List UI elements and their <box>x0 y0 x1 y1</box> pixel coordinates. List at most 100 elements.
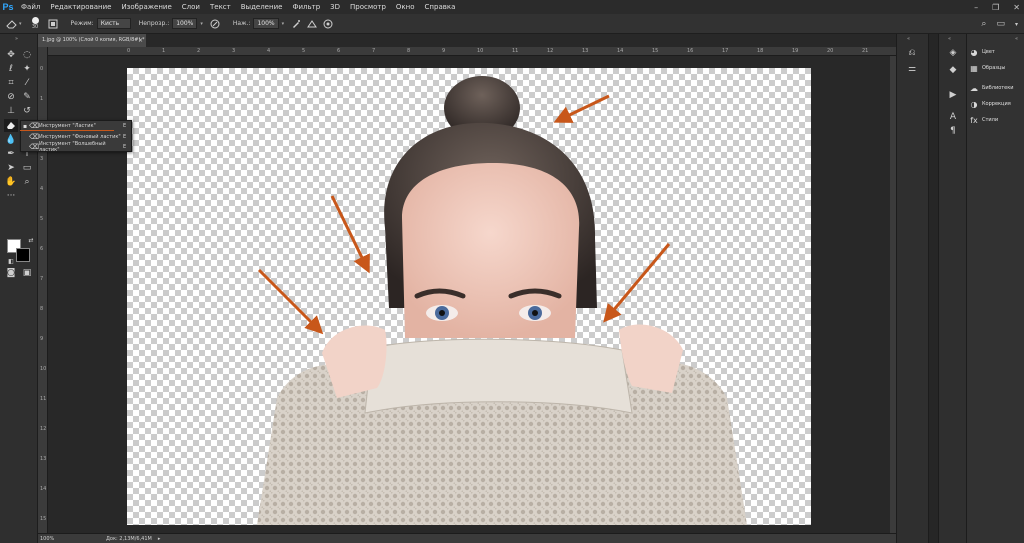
workspace-icon[interactable]: ▭ <box>996 19 1005 29</box>
ruler-tick-label: 13 <box>582 48 589 54</box>
zoom-tool-icon[interactable]: ⌕ <box>20 175 34 188</box>
eraser-preset-icon[interactable] <box>6 18 18 30</box>
healing-brush-tool-icon[interactable]: ⊘ <box>4 90 18 103</box>
background-color-swatch[interactable] <box>16 248 30 262</box>
ruler-tick-label: 6 <box>40 246 44 252</box>
eraser-tool-icon[interactable] <box>4 119 18 132</box>
mode-label: Режим: <box>70 20 94 27</box>
history-brush-tool-icon[interactable]: ↺ <box>20 104 34 117</box>
menu-bar: Ps Файл Редактирование Изображение Слои … <box>0 0 1024 14</box>
more-tools-icon[interactable]: ··· <box>4 189 18 202</box>
panel-swatches[interactable]: ▦ Образцы <box>969 62 1024 74</box>
mode-control: Режим: Кисть <box>71 18 131 29</box>
chevron-down-icon[interactable]: ▾ <box>1015 21 1018 28</box>
ruler-tick-label: 19 <box>792 48 799 54</box>
character-icon[interactable]: A <box>946 110 960 124</box>
menu-layers[interactable]: Слои <box>177 0 205 14</box>
menu-help[interactable]: Справка <box>420 0 461 14</box>
collapse-icon[interactable]: » <box>15 36 18 42</box>
menu-type[interactable]: Текст <box>205 0 236 14</box>
menu-window[interactable]: Окно <box>391 0 420 14</box>
erase-to-history-icon[interactable] <box>306 18 318 30</box>
pen-tool-icon[interactable]: ✒ <box>4 147 18 160</box>
color-wheel-icon: ◕ <box>970 47 978 57</box>
collapsed-panels: « ◕ Цвет ▦ Образцы ☁ Библиотеки ◑ Коррек… <box>966 34 1024 543</box>
panel-color[interactable]: ◕ Цвет <box>969 46 1024 58</box>
photoshop-logo: Ps <box>2 2 14 12</box>
crop-tool-icon[interactable]: ⌗ <box>4 76 18 89</box>
canvas[interactable] <box>127 68 811 525</box>
panel-adjustments[interactable]: ◑ Коррекция <box>969 98 1024 110</box>
history-icon[interactable]: ⎌ <box>905 46 919 60</box>
ruler-tick-label: 9 <box>40 336 44 342</box>
document-info[interactable]: Док: 2,13M/6,41M <box>106 536 152 542</box>
ruler-tick-label: 14 <box>40 486 47 492</box>
collapse-icon[interactable]: « <box>948 36 951 42</box>
menu-image[interactable]: Изображение <box>116 0 176 14</box>
collapse-icon[interactable]: « <box>907 36 910 42</box>
zoom-level[interactable]: 100% <box>38 536 58 542</box>
mode-select[interactable]: Кисть <box>96 18 131 29</box>
panel-libraries[interactable]: ☁ Библиотеки <box>969 82 1024 94</box>
path-selection-tool-icon[interactable]: ➤ <box>4 161 18 174</box>
brush-panel-icon[interactable] <box>47 18 59 30</box>
chevron-down-icon[interactable]: ▾ <box>282 21 285 27</box>
minimize-icon[interactable]: – <box>974 3 978 12</box>
menu-file[interactable]: Файл <box>16 0 45 14</box>
menu-edit[interactable]: Редактирование <box>45 0 116 14</box>
close-tab-icon[interactable]: × <box>138 34 143 47</box>
move-tool-icon[interactable]: ✥ <box>4 48 18 61</box>
lasso-tool-icon[interactable]: ℓ <box>4 62 18 75</box>
ruler-tick-label: 17 <box>722 48 729 54</box>
arrow-left-upper <box>330 195 370 274</box>
quick-mask-icon[interactable]: ◙ <box>4 266 18 279</box>
opacity-control: Непрозр.: 100% ▾ <box>139 18 203 29</box>
chevron-down-icon[interactable]: ▾ <box>19 21 22 27</box>
status-menu-icon[interactable]: ▸ <box>158 536 161 542</box>
ruler-tick-label: 7 <box>40 276 44 282</box>
ruler-tick-label: 21 <box>862 48 869 54</box>
menu-view[interactable]: Просмотр <box>345 0 391 14</box>
ruler-horizontal[interactable]: 0123456789101112131415161718192021222324 <box>48 47 973 56</box>
close-icon[interactable]: ✕ <box>1013 3 1020 12</box>
swap-colors-icon[interactable]: ⇄ <box>24 234 38 247</box>
flyout-item-magic-eraser[interactable]: ⌫ Инструмент "Волшебный ластик" E <box>21 141 131 153</box>
clone-stamp-tool-icon[interactable]: ⊥ <box>4 104 18 117</box>
search-icon[interactable]: ⌕ <box>981 19 986 29</box>
hand-tool-icon[interactable]: ✋ <box>4 175 18 188</box>
dock-strip-icons: « ◈ ◆ ▶ A ¶ <box>938 34 966 543</box>
shape-tool-icon[interactable]: ▭ <box>20 161 34 174</box>
dock-gap <box>928 34 938 543</box>
panel-styles[interactable]: fx Стили <box>969 114 1024 126</box>
arrow-left-lower <box>257 268 324 335</box>
flow-input[interactable]: 100% <box>253 18 279 29</box>
opacity-input[interactable]: 100% <box>172 18 198 29</box>
magic-wand-tool-icon[interactable]: ✦ <box>20 62 34 75</box>
properties-icon[interactable]: ⚌ <box>905 62 919 76</box>
ruler-tick-label: 13 <box>40 456 47 462</box>
menu-filter[interactable]: Фильтр <box>287 0 325 14</box>
blur-tool-icon[interactable]: 💧 <box>4 133 18 146</box>
screen-mode-icon[interactable]: ▣ <box>20 266 34 279</box>
arrow-top <box>553 94 610 123</box>
menu-select[interactable]: Выделение <box>236 0 288 14</box>
airbrush-icon[interactable] <box>290 18 302 30</box>
stack-layers-icon[interactable]: ◆ <box>946 63 960 77</box>
brush-size-picker[interactable]: 30 <box>31 17 39 30</box>
document-tab[interactable]: 1.jpg @ 100% (Слой 0 копия, RGB/8#) * × <box>38 34 146 47</box>
brush-tool-icon[interactable]: ✎ <box>20 90 34 103</box>
marquee-tool-icon[interactable]: ◌ <box>20 48 34 61</box>
flow-label: Наж.: <box>232 20 251 27</box>
menu-3d[interactable]: 3D <box>325 0 345 14</box>
maximize-icon[interactable]: ❐ <box>992 3 999 12</box>
ruler-tick-label: 8 <box>40 306 44 312</box>
pressure-size-icon[interactable] <box>322 18 334 30</box>
collapse-icon[interactable]: « <box>1015 36 1018 42</box>
brush-size-value: 30 <box>31 24 39 30</box>
pressure-opacity-icon[interactable] <box>209 18 221 30</box>
layers-icon[interactable]: ◈ <box>946 46 960 60</box>
chevron-down-icon[interactable]: ▾ <box>200 21 203 27</box>
eyedropper-tool-icon[interactable]: ⁄ <box>20 76 34 89</box>
paragraph-icon[interactable]: ¶ <box>946 124 960 138</box>
play-action-icon[interactable]: ▶ <box>946 88 960 102</box>
